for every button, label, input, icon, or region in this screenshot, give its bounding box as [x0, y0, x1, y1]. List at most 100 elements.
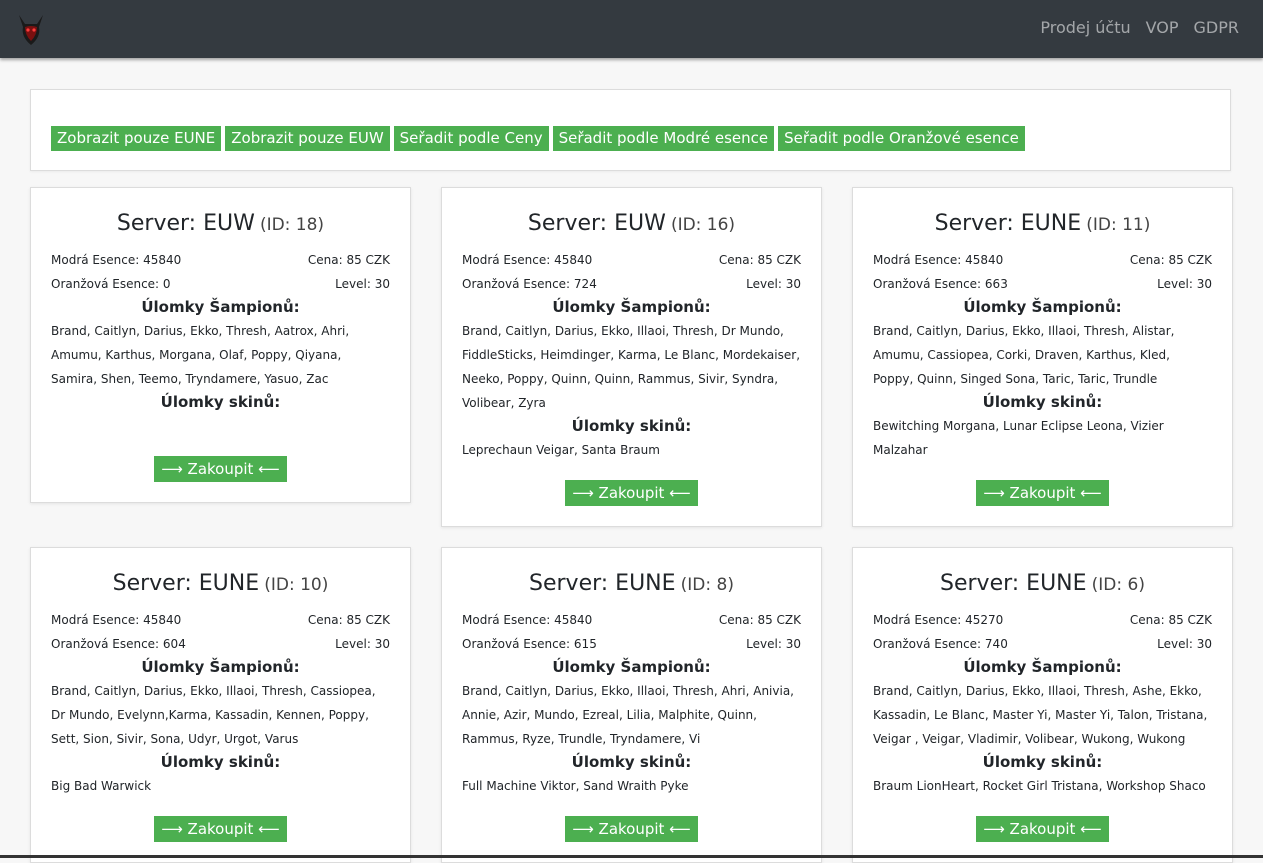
buy-button[interactable]: ⟶ Zakoupit ⟵	[565, 480, 698, 506]
orange-row: Oranžová Esence: 604 Level: 30	[51, 632, 390, 656]
essence-row: Modrá Esence: 45840 Cena: 85 CZK	[462, 608, 801, 632]
blue-essence: Modrá Esence: 45840	[51, 613, 182, 627]
orange-row: Oranžová Esence: 615 Level: 30	[462, 632, 801, 656]
orange-essence: Oranžová Esence: 663	[873, 277, 1008, 291]
card-id: (ID: 10)	[264, 575, 329, 595]
card-title: Server: EUNE (ID: 8)	[462, 568, 801, 600]
champion-fragments-title: Úlomky Šampionů:	[963, 298, 1122, 316]
essence-row: Modrá Esence: 45270 Cena: 85 CZK	[873, 608, 1212, 632]
card-server: Server: EUW	[527, 211, 666, 236]
price: Cena: 85 CZK	[307, 253, 390, 267]
account-card: Server: EUNE (ID: 6) Modrá Esence: 45270…	[852, 547, 1233, 863]
champion-fragments-title: Úlomky Šampionů:	[552, 658, 711, 676]
card-server: Server: EUNE	[934, 211, 1082, 236]
card-title: Server: EUNE (ID: 11)	[873, 208, 1212, 240]
buy-wrap: ⟶ Zakoupit ⟵	[51, 456, 390, 482]
orange-row: Oranžová Esence: 0 Level: 30	[51, 272, 390, 296]
champion-fragments-list: Brand, Caitlyn, Darius, Ekko, Illaoi, Th…	[51, 684, 376, 746]
navbar: Prodej účtu VOP GDPR	[0, 0, 1263, 58]
skin-fragments-list: Leprechaun Veigar, Santa Braum	[462, 443, 660, 457]
blue-essence: Modrá Esence: 45840	[51, 253, 182, 267]
buy-button[interactable]: ⟶ Zakoupit ⟵	[154, 816, 287, 842]
orange-essence: Oranžová Esence: 740	[873, 637, 1008, 651]
card-title: Server: EUW (ID: 16)	[462, 208, 801, 240]
price: Cena: 85 CZK	[718, 613, 801, 627]
nav-links: Prodej účtu VOP GDPR	[1025, 18, 1239, 38]
account-card: Server: EUW (ID: 16) Modrá Esence: 45840…	[441, 187, 822, 527]
orange-essence: Oranžová Esence: 0	[51, 277, 171, 291]
champion-fragments-title: Úlomky Šampionů:	[552, 298, 711, 316]
level: Level: 30	[335, 277, 390, 291]
skin-fragments-title: Úlomky skinů:	[571, 753, 692, 771]
nav-link-prodej[interactable]: Prodej účtu	[1040, 18, 1130, 38]
essence-row: Modrá Esence: 45840 Cena: 85 CZK	[51, 248, 390, 272]
champion-fragments-list: Brand, Caitlyn, Darius, Ekko, Illaoi, Th…	[462, 684, 794, 746]
champion-fragments-list: Brand, Caitlyn, Darius, Ekko, Illaoi, Th…	[873, 324, 1175, 386]
level: Level: 30	[746, 637, 801, 651]
nav-link-gdpr[interactable]: GDPR	[1194, 18, 1239, 38]
orange-row: Oranžová Esence: 740 Level: 30	[873, 632, 1212, 656]
buy-wrap: ⟶ Zakoupit ⟵	[462, 480, 801, 506]
price: Cena: 85 CZK	[307, 613, 390, 627]
card-id: (ID: 18)	[259, 215, 325, 235]
blue-essence: Modrá Esence: 45840	[462, 253, 593, 267]
nav-link-vop[interactable]: VOP	[1146, 18, 1179, 38]
card-server: Server: EUW	[116, 211, 255, 236]
sort-blue-essence-button[interactable]: Seřadit podle Modré esence	[552, 126, 775, 151]
champion-fragments-title: Úlomky Šampionů:	[963, 658, 1122, 676]
skin-fragments-title: Úlomky skinů:	[160, 753, 281, 771]
card-server: Server: EUNE	[940, 571, 1087, 596]
buy-wrap: ⟶ Zakoupit ⟵	[51, 816, 390, 842]
champion-fragments-title: Úlomky Šampionů:	[141, 658, 300, 676]
account-card: Server: EUNE (ID: 10) Modrá Esence: 4584…	[30, 547, 411, 863]
level: Level: 30	[1157, 637, 1212, 651]
champion-fragments-list: Brand, Caitlyn, Darius, Ekko, Illaoi, Th…	[873, 684, 1208, 746]
account-card: Server: EUNE (ID: 8) Modrá Esence: 45840…	[441, 547, 822, 863]
champion-fragments-list: Brand, Caitlyn, Darius, Ekko, Thresh, Aa…	[51, 324, 350, 386]
essence-row: Modrá Esence: 45840 Cena: 85 CZK	[462, 248, 801, 272]
filter-eune-button[interactable]: Zobrazit pouze EUNE	[51, 126, 222, 151]
filter-euw-button[interactable]: Zobrazit pouze EUW	[225, 126, 390, 151]
skin-fragments-list	[51, 414, 390, 438]
card-id: (ID: 16)	[670, 215, 736, 235]
skin-fragments-title: Úlomky skinů:	[571, 417, 692, 435]
buy-wrap: ⟶ Zakoupit ⟵	[462, 816, 801, 842]
orange-essence: Oranžová Esence: 604	[51, 637, 186, 651]
devil-mask-icon[interactable]	[17, 13, 45, 47]
essence-row: Modrá Esence: 45840 Cena: 85 CZK	[873, 248, 1212, 272]
orange-essence: Oranžová Esence: 724	[462, 277, 597, 291]
champion-fragments-list: Brand, Caitlyn, Darius, Ekko, Illaoi, Th…	[462, 324, 801, 410]
card-server: Server: EUNE	[529, 571, 676, 596]
skin-fragments-list: Full Machine Viktor, Sand Wraith Pyke	[462, 779, 689, 793]
account-card: Server: EUW (ID: 18) Modrá Esence: 45840…	[30, 187, 411, 503]
card-id: (ID: 11)	[1086, 215, 1151, 235]
buy-button[interactable]: ⟶ Zakoupit ⟵	[976, 480, 1109, 506]
filter-panel: Zobrazit pouze EUNE Zobrazit pouze EUW S…	[30, 89, 1231, 171]
price: Cena: 85 CZK	[1129, 253, 1212, 267]
price: Cena: 85 CZK	[718, 253, 801, 267]
level: Level: 30	[746, 277, 801, 291]
price: Cena: 85 CZK	[1129, 613, 1212, 627]
buy-button[interactable]: ⟶ Zakoupit ⟵	[976, 816, 1109, 842]
skin-fragments-list: Bewitching Morgana, Lunar Eclipse Leona,…	[873, 419, 1164, 457]
blue-essence: Modrá Esence: 45840	[873, 253, 1004, 267]
buy-wrap: ⟶ Zakoupit ⟵	[873, 816, 1212, 842]
buy-button[interactable]: ⟶ Zakoupit ⟵	[154, 456, 287, 482]
sort-price-button[interactable]: Seřadit podle Ceny	[393, 126, 549, 151]
blue-essence: Modrá Esence: 45840	[462, 613, 593, 627]
sort-orange-essence-button[interactable]: Seřadit podle Oranžové esence	[778, 126, 1025, 151]
filter-bar: Zobrazit pouze EUNE Zobrazit pouze EUW S…	[51, 126, 1029, 151]
card-title: Server: EUNE (ID: 10)	[51, 568, 390, 600]
skin-fragments-list: Braum LionHeart, Rocket Girl Tristana, W…	[873, 779, 1206, 793]
skin-fragments-title: Úlomky skinů:	[982, 753, 1103, 771]
card-title: Server: EUW (ID: 18)	[51, 208, 390, 240]
orange-essence: Oranžová Esence: 615	[462, 637, 597, 651]
skin-fragments-list: Big Bad Warwick	[51, 779, 152, 793]
level: Level: 30	[335, 637, 390, 651]
buy-button[interactable]: ⟶ Zakoupit ⟵	[565, 816, 698, 842]
buy-wrap: ⟶ Zakoupit ⟵	[873, 480, 1212, 506]
orange-row: Oranžová Esence: 663 Level: 30	[873, 272, 1212, 296]
level: Level: 30	[1157, 277, 1212, 291]
skin-fragments-title: Úlomky skinů:	[982, 393, 1103, 411]
card-id: (ID: 6)	[1091, 575, 1145, 595]
